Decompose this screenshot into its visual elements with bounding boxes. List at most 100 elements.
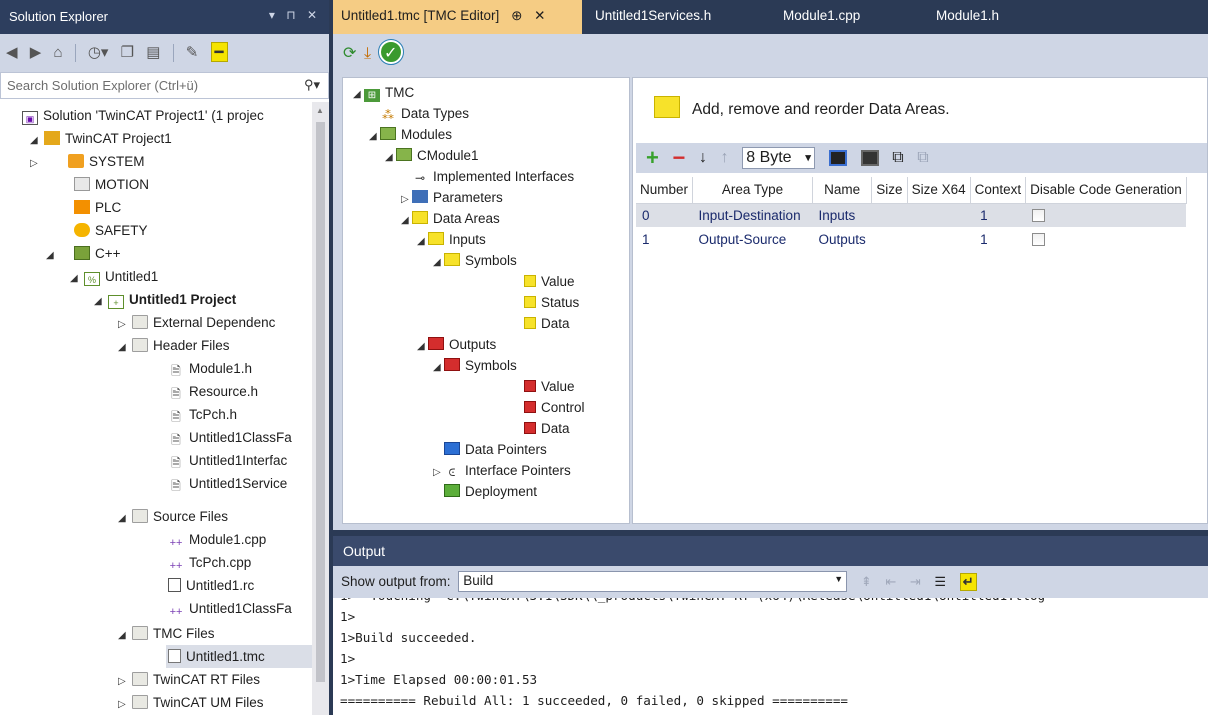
tree-item-plc[interactable]: PLC bbox=[74, 196, 121, 219]
check-ok-icon[interactable]: ✓ bbox=[377, 39, 404, 65]
col-header-area-type[interactable]: Area Type bbox=[692, 177, 814, 204]
tmc-node-modules[interactable]: ◢ Modules bbox=[369, 124, 452, 145]
col-header-size[interactable]: Size bbox=[871, 177, 908, 204]
word-wrap-icon[interactable]: ↵ bbox=[959, 572, 977, 591]
tree-item-external-dependencies[interactable]: ▷ External Dependenc bbox=[118, 311, 275, 334]
col-header-name[interactable]: Name bbox=[812, 177, 873, 204]
tmc-node-interface-pointers[interactable]: ▷ ⪽ Interface Pointers bbox=[433, 460, 571, 481]
expanded-arrow-icon[interactable]: ◢ bbox=[118, 336, 132, 359]
tree-item-source-files[interactable]: ◢ Source Files bbox=[118, 505, 228, 528]
search-icon[interactable]: ⚲▾ bbox=[304, 77, 320, 93]
tmc-node-cmodule1[interactable]: ◢ CModule1 bbox=[385, 145, 479, 166]
collapsed-arrow-icon[interactable]: ▷ bbox=[433, 462, 444, 483]
tab-module1-h[interactable]: Module1.h bbox=[928, 0, 1007, 34]
expanded-arrow-icon[interactable]: ◢ bbox=[401, 210, 412, 231]
expanded-arrow-icon[interactable]: ◢ bbox=[385, 147, 396, 168]
clear-all-icon[interactable]: ☰ bbox=[934, 574, 946, 590]
tmc-node-implemented-interfaces[interactable]: ⊸ Implemented Interfaces bbox=[412, 166, 574, 187]
tree-item-tcpch-h[interactable]: 🗎 TcPch.h bbox=[168, 403, 237, 426]
expanded-arrow-icon[interactable]: ◢ bbox=[46, 244, 60, 267]
tree-item-untitled1-rc[interactable]: Untitled1.rc bbox=[168, 574, 254, 597]
expanded-arrow-icon[interactable]: ◢ bbox=[70, 267, 84, 290]
tab-untitled1-tmc[interactable]: Untitled1.tmc [TMC Editor] ⊕ ✕ bbox=[333, 0, 582, 34]
tmc-node-inputs[interactable]: ◢ Inputs bbox=[417, 229, 486, 250]
collapsed-arrow-icon[interactable]: ▷ bbox=[118, 670, 132, 693]
show-all-files-icon[interactable]: ▤ bbox=[146, 43, 160, 61]
expanded-arrow-icon[interactable]: ◢ bbox=[417, 231, 428, 252]
tab-module1-cpp[interactable]: Module1.cpp bbox=[775, 0, 868, 34]
tmc-node-data-pointers[interactable]: Data Pointers bbox=[444, 439, 547, 460]
tmc-node-outputs[interactable]: ◢ Outputs bbox=[417, 334, 496, 355]
show-output-from-select[interactable]: Build ▼ bbox=[458, 571, 848, 592]
solution-explorer-scrollbar[interactable]: ▲ bbox=[312, 102, 329, 715]
tmc-node-data-types[interactable]: ⁂ Data Types bbox=[380, 103, 469, 124]
tree-item-module1-cpp[interactable]: ++ Module1.cpp bbox=[168, 528, 267, 551]
tmc-node-inputs-symbols[interactable]: ◢ Symbols bbox=[433, 250, 517, 271]
tree-item-solution[interactable]: ▣ Solution 'TwinCAT Project1' (1 projec bbox=[22, 104, 264, 127]
back-icon[interactable]: ◀ bbox=[6, 43, 18, 61]
table-row[interactable]: 0 Input-Destination Inputs 1 bbox=[636, 203, 1187, 227]
tree-item-tmc-files[interactable]: ◢ TMC Files bbox=[118, 622, 215, 645]
col-header-number[interactable]: Number bbox=[636, 177, 694, 204]
grid-icon[interactable] bbox=[860, 150, 879, 166]
update-down-icon[interactable]: ⤓ bbox=[364, 45, 371, 63]
forward-icon[interactable]: ▶ bbox=[30, 43, 42, 61]
tree-item-twincat-rt-files[interactable]: ▷ TwinCAT RT Files bbox=[118, 668, 260, 691]
tmc-node-root[interactable]: ◢ ⊞ TMC bbox=[353, 82, 414, 103]
move-down-icon[interactable]: ↓ bbox=[699, 149, 707, 167]
pending-changes-filter-icon[interactable]: ◷▾ bbox=[88, 43, 109, 61]
tmc-node-inputs-data[interactable]: Data bbox=[522, 313, 570, 334]
scroll-up-icon[interactable]: ▲ bbox=[316, 106, 324, 115]
panel-window-controls[interactable]: ▾ ⊓ ✕ bbox=[269, 8, 321, 22]
tmc-node-deployment[interactable]: Deployment bbox=[444, 481, 537, 502]
expanded-arrow-icon[interactable]: ◢ bbox=[118, 507, 132, 530]
col-header-size-x64[interactable]: Size X64 bbox=[907, 177, 971, 204]
expanded-arrow-icon[interactable]: ◢ bbox=[369, 126, 380, 147]
tmc-node-outputs-symbols[interactable]: ◢ Symbols bbox=[433, 355, 517, 376]
expanded-arrow-icon[interactable]: ◢ bbox=[433, 357, 444, 378]
tree-item-untitled1[interactable]: ◢% Untitled1 bbox=[70, 265, 158, 288]
expanded-arrow-icon[interactable]: ◢ bbox=[94, 290, 108, 313]
table-row[interactable]: 1 Output-Source Outputs 1 bbox=[636, 227, 1186, 251]
byte-alignment-select[interactable]: 8 Byte ▾ bbox=[742, 147, 816, 169]
pin-icon[interactable]: ⊕ bbox=[511, 8, 522, 23]
expanded-arrow-icon[interactable]: ◢ bbox=[353, 84, 364, 105]
tree-item-twincat-um-files[interactable]: ▷ TwinCAT UM Files bbox=[118, 691, 264, 714]
properties-wrench-icon[interactable]: ✎ bbox=[186, 43, 199, 61]
tmc-node-inputs-status[interactable]: Status bbox=[522, 292, 579, 313]
tree-item-module1-h[interactable]: 🗎 Module1.h bbox=[168, 357, 252, 380]
tmc-node-outputs-control[interactable]: Control bbox=[522, 397, 585, 418]
tree-item-untitled1-interfaces-h[interactable]: 🗎 Untitled1Interfac bbox=[168, 449, 287, 472]
tree-item-untitled1-services-h[interactable]: 🗎 Untitled1Service bbox=[168, 472, 287, 495]
tree-item-resource-h[interactable]: 🗎 Resource.h bbox=[168, 380, 258, 403]
tree-item-safety[interactable]: SAFETY bbox=[74, 219, 148, 242]
tmc-node-inputs-value[interactable]: Value bbox=[522, 271, 575, 292]
disable-code-generation-checkbox[interactable] bbox=[1031, 232, 1045, 246]
expanded-arrow-icon[interactable]: ◢ bbox=[118, 624, 132, 647]
remove-icon[interactable]: − bbox=[672, 147, 685, 169]
expanded-arrow-icon[interactable]: ◢ bbox=[433, 252, 444, 273]
tree-item-cpp[interactable]: ◢ C++ bbox=[46, 242, 121, 265]
solution-explorer-search-input[interactable]: Search Solution Explorer (Ctrl+ü) ⚲▾ bbox=[0, 72, 329, 99]
previous-message-icon[interactable]: ⇤ bbox=[885, 574, 896, 590]
tab-untitled1-services-h[interactable]: Untitled1Services.h bbox=[587, 0, 719, 34]
tree-item-untitled1-project[interactable]: ◢ + Untitled1 Project bbox=[94, 288, 236, 311]
find-message-icon[interactable]: ⇞ bbox=[861, 574, 872, 590]
tree-item-header-files[interactable]: ◢ Header Files bbox=[118, 334, 230, 357]
tree-item-system[interactable]: ▷ SYSTEM bbox=[30, 150, 145, 173]
tree-item-twincat-project[interactable]: ◢ TwinCAT Project1 bbox=[30, 127, 172, 150]
tmc-node-parameters[interactable]: ▷ Parameters bbox=[401, 187, 503, 208]
tree-item-untitled1-classfactory-cpp[interactable]: ++ Untitled1ClassFa bbox=[168, 597, 292, 620]
move-up-icon[interactable]: ↑ bbox=[721, 149, 729, 167]
collapse-all-icon[interactable]: ❐ bbox=[121, 43, 134, 61]
scrollbar-thumb[interactable] bbox=[316, 122, 325, 682]
align-icon[interactable] bbox=[828, 150, 847, 166]
tmc-node-data-areas[interactable]: ◢ Data Areas bbox=[401, 208, 500, 229]
paste-icon[interactable]: ⧉ bbox=[917, 149, 928, 167]
tmc-node-outputs-value[interactable]: Value bbox=[522, 376, 575, 397]
preview-selected-items-icon[interactable]: ━ bbox=[210, 42, 228, 62]
col-header-disable-code-generation[interactable]: Disable Code Generation bbox=[1025, 177, 1187, 204]
tree-item-motion[interactable]: MOTION bbox=[74, 173, 149, 196]
refresh-icon[interactable]: ⟳ bbox=[343, 43, 356, 63]
copy-icon[interactable]: ⧉ bbox=[892, 149, 903, 167]
